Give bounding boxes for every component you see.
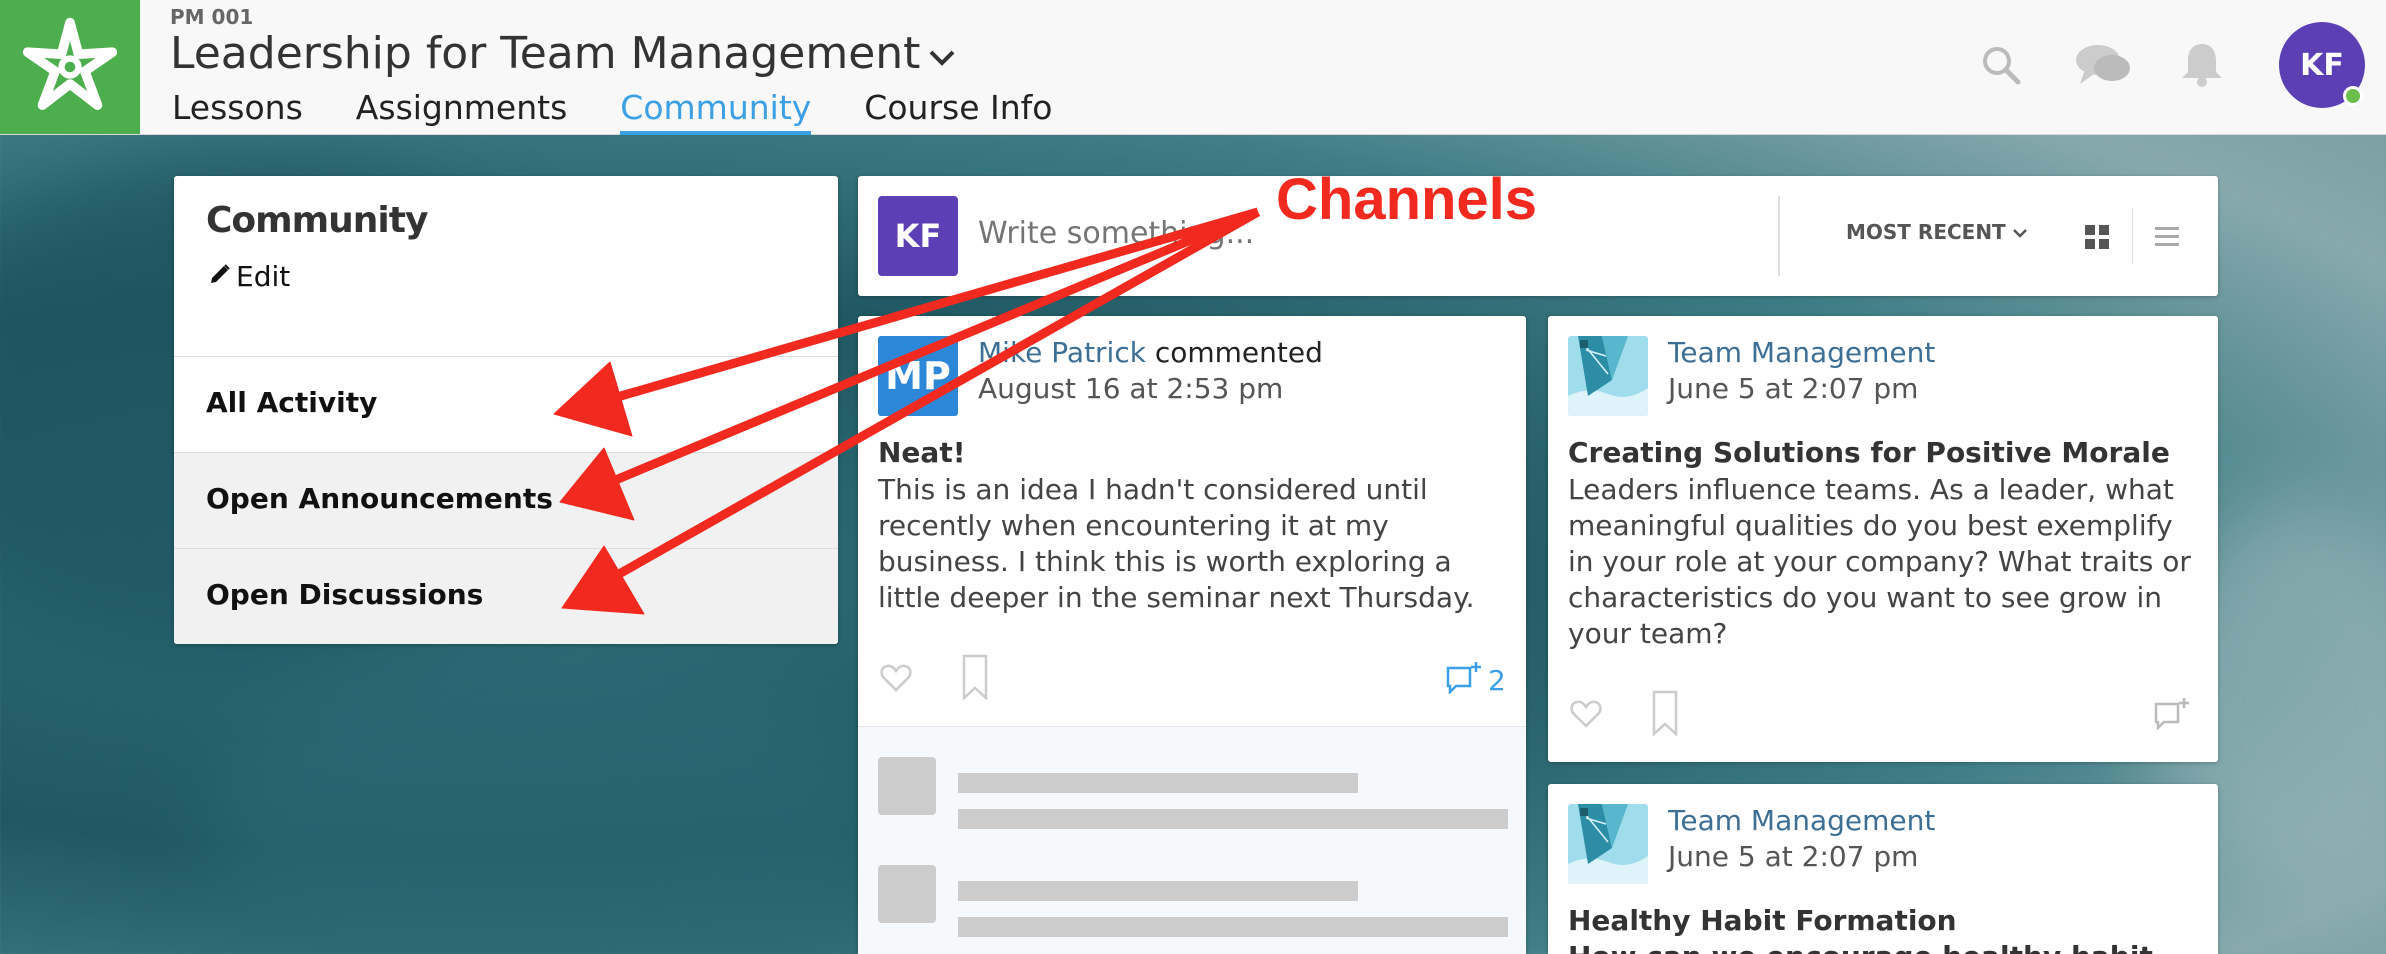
logo-icon[interactable]	[0, 0, 140, 134]
post-title: Creating Solutions for Positive Morale	[1568, 436, 2170, 469]
post-author-line: Mike Patrick commented	[978, 336, 1323, 369]
tab-community[interactable]: Community	[620, 88, 812, 135]
chat-icon[interactable]	[2074, 42, 2132, 92]
comment-icon[interactable]	[1446, 660, 1482, 698]
post-card: Team Management June 5 at 2:07 pm Creati…	[1548, 316, 2218, 762]
divider	[2132, 208, 2133, 264]
search-icon[interactable]	[1980, 44, 2022, 90]
post-author-link[interactable]: Mike Patrick	[978, 336, 1146, 369]
skeleton-line	[958, 809, 1508, 829]
skeleton-line	[958, 773, 1358, 793]
tab-assignments[interactable]: Assignments	[356, 88, 568, 135]
like-heart-icon[interactable]	[1570, 700, 1602, 732]
top-bar: PM 001 Leadership for Team Management Le…	[0, 0, 2386, 135]
channels-annotation-label: Channels	[1276, 167, 1538, 232]
online-status-dot	[2343, 86, 2363, 106]
skeleton-line	[958, 917, 1508, 937]
post-card: MP Mike Patrick commented August 16 at 2…	[858, 316, 1526, 954]
author-avatar[interactable]: MP	[878, 336, 958, 416]
comment-count[interactable]: 2	[1488, 664, 1506, 697]
comments-loading-area	[858, 726, 1526, 954]
course-title-dropdown[interactable]: Leadership for Team Management	[170, 28, 956, 79]
post-title: Neat!	[878, 436, 966, 469]
bookmark-icon[interactable]	[1652, 690, 1678, 740]
sidebar-item-open-discussions[interactable]: Open Discussions	[174, 548, 838, 644]
sort-label: MOST RECENT	[1846, 220, 2006, 244]
sidebar-title: Community	[206, 200, 428, 241]
composer-avatar: KF	[878, 196, 958, 276]
pencil-icon	[208, 260, 232, 293]
post-body: How can we encourage healthy habit	[1568, 940, 2153, 954]
post-body: This is an idea I hadn't considered unti…	[878, 473, 1475, 614]
post-composer: KF MOST RECENT	[858, 176, 2218, 296]
post-date[interactable]: August 16 at 2:53 pm	[978, 372, 1283, 405]
list-view-icon[interactable]	[2154, 224, 2180, 254]
team-avatar-image[interactable]	[1568, 336, 1648, 416]
sidebar-item-open-announcements[interactable]: Open Announcements	[174, 452, 838, 548]
bell-icon[interactable]	[2180, 40, 2224, 92]
course-title: Leadership for Team Management	[170, 28, 921, 79]
skeleton-line	[958, 881, 1358, 901]
tab-lessons[interactable]: Lessons	[172, 88, 303, 135]
grid-view-icon[interactable]	[2084, 224, 2110, 254]
bookmark-icon[interactable]	[962, 654, 988, 704]
post-author-link[interactable]: Team Management	[1668, 804, 1935, 837]
comment-icon[interactable]	[2154, 696, 2190, 734]
edit-label: Edit	[236, 260, 291, 293]
tab-course-info[interactable]: Course Info	[864, 88, 1052, 135]
post-title: Healthy Habit Formation	[1568, 904, 1957, 937]
divider	[1778, 196, 1780, 276]
post-author-link[interactable]: Team Management	[1668, 336, 1935, 369]
community-sidebar: Community Edit All Activity Open Announc…	[174, 176, 838, 644]
post-date[interactable]: June 5 at 2:07 pm	[1668, 840, 1918, 873]
post-date[interactable]: June 5 at 2:07 pm	[1668, 372, 1918, 405]
team-avatar-image[interactable]	[1568, 804, 1648, 884]
post-verb: commented	[1154, 336, 1323, 369]
post-body: Leaders influence teams. As a leader, wh…	[1568, 473, 2191, 650]
course-code: PM 001	[170, 5, 254, 29]
chevron-down-icon	[928, 28, 956, 79]
edit-button[interactable]: Edit	[208, 260, 290, 293]
like-heart-icon[interactable]	[880, 664, 912, 696]
post-card: Team Management June 5 at 2:07 pm Health…	[1548, 784, 2218, 954]
sort-dropdown[interactable]: MOST RECENT	[1846, 220, 2028, 244]
sidebar-item-all-activity[interactable]: All Activity	[174, 356, 838, 452]
course-tabs: Lessons Assignments Community Course Inf…	[172, 88, 1052, 135]
skeleton-avatar	[878, 757, 936, 815]
skeleton-avatar	[878, 865, 936, 923]
chevron-down-icon	[2012, 220, 2028, 244]
